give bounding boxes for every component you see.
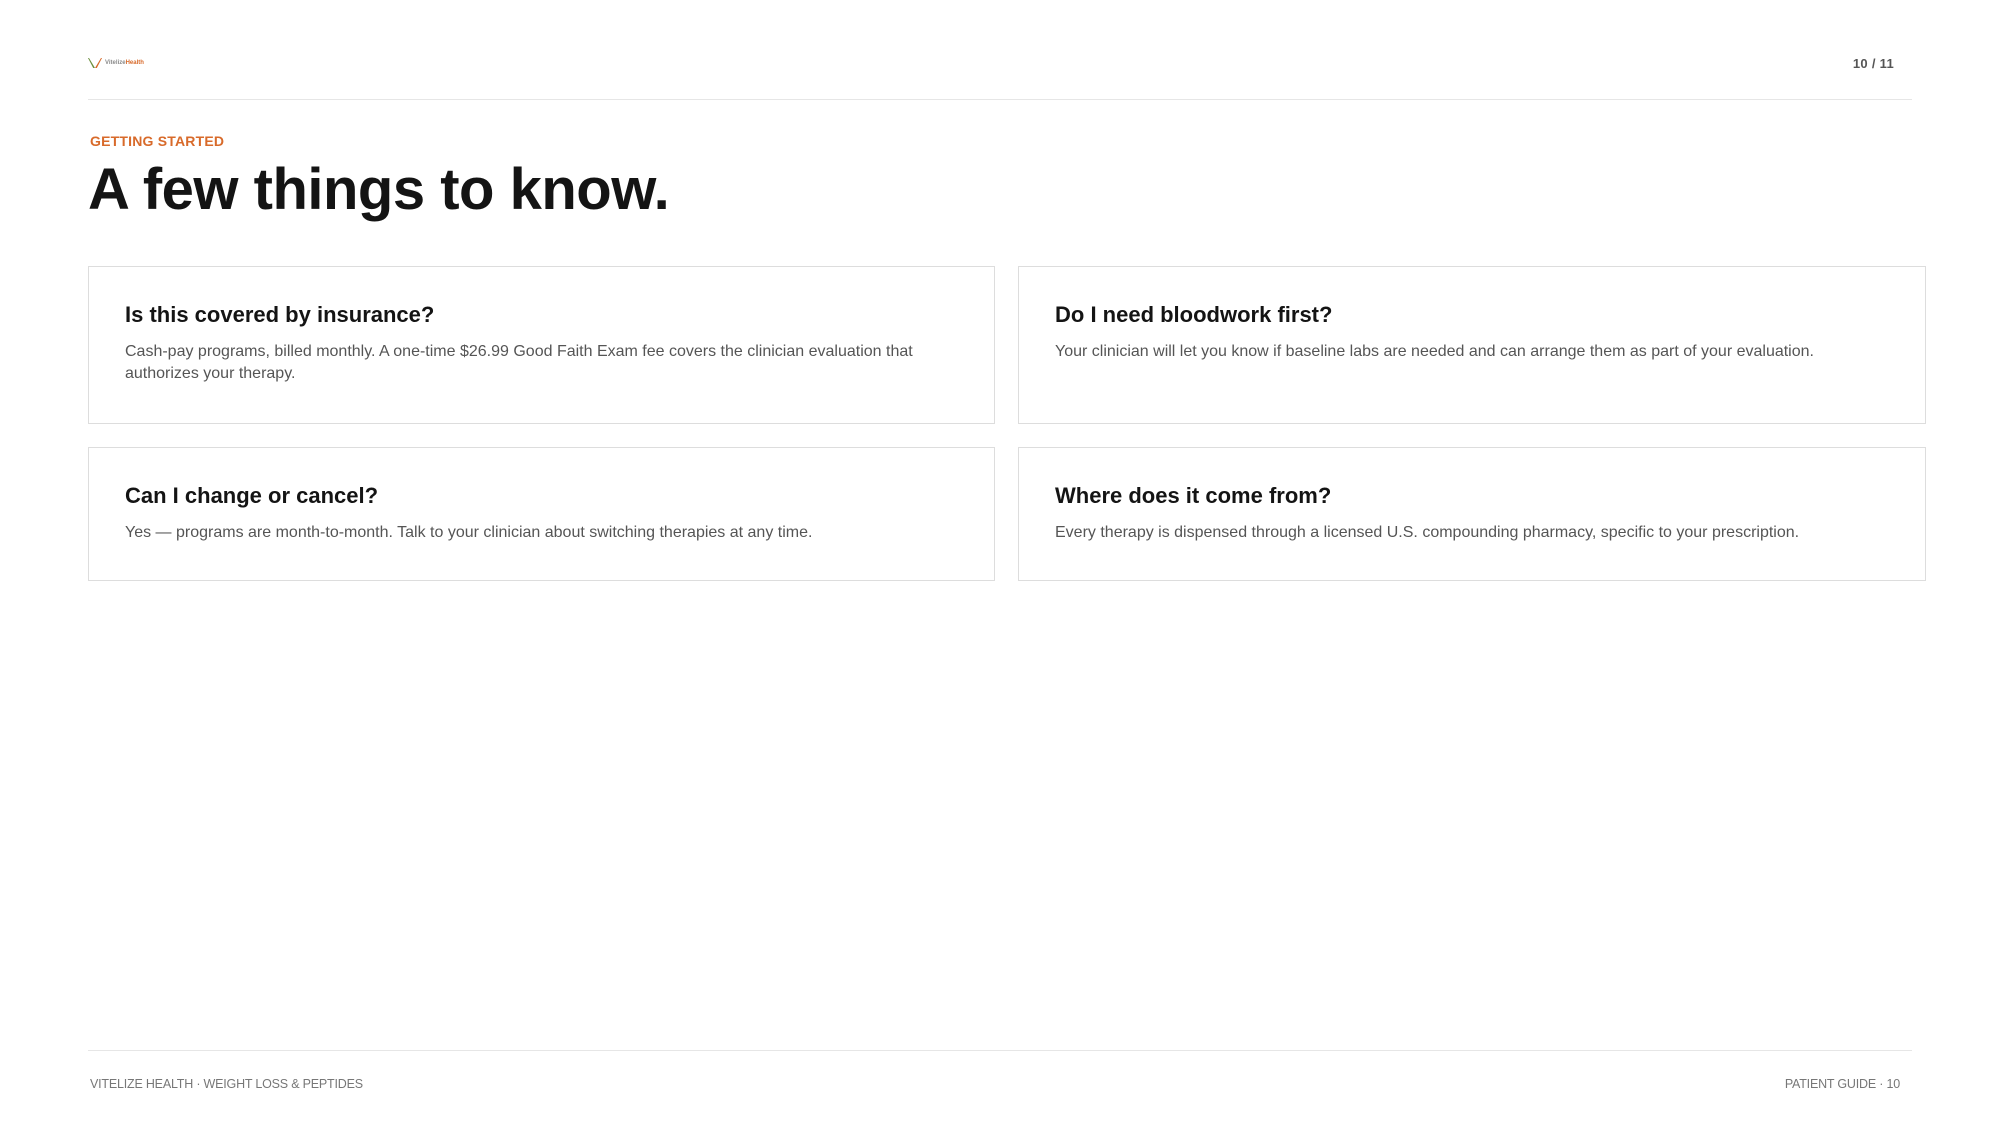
faq-answer: Your clinician will let you know if base… [1055,343,1814,360]
faq-question: Can I change or cancel? [125,483,379,508]
faq-question: Is this covered by insurance? [125,302,435,327]
logo-wordmark: VitelizeHealth [105,60,144,66]
faq-card-source: Where does it come from? Every therapy i… [1018,447,1926,581]
footer-brand: VITELIZE HEALTH · WEIGHT LOSS & PEPTIDES [90,1077,363,1091]
brand-logo: VitelizeHealth [88,57,144,69]
faq-answer: Yes — programs are month-to-month. Talk … [125,524,813,541]
page-title: A few things to know. [88,157,670,222]
faq-card-insurance: Is this covered by insurance? Cash-pay p… [88,266,995,424]
footer-divider [88,1050,1912,1051]
footer-page-label: PATIENT GUIDE · 10 [1784,1077,1900,1091]
page-header: VitelizeHealth 10 / 11 [88,0,1912,100]
v-logo-icon [88,58,102,68]
faq-answer: Every therapy is dispensed through a lic… [1055,524,1800,541]
section-eyebrow: GETTING STARTED [90,133,225,149]
page-counter: 10 / 11 [1852,56,1894,71]
faq-answer: Cash-pay programs, billed monthly. A one… [125,343,913,382]
faq-question: Do I need bloodwork first? [1055,302,1333,327]
faq-question: Where does it come from? [1055,483,1332,508]
faq-card-cancel: Can I change or cancel? Yes — programs a… [88,447,995,581]
faq-card-bloodwork: Do I need bloodwork first? Your clinicia… [1018,266,1926,424]
